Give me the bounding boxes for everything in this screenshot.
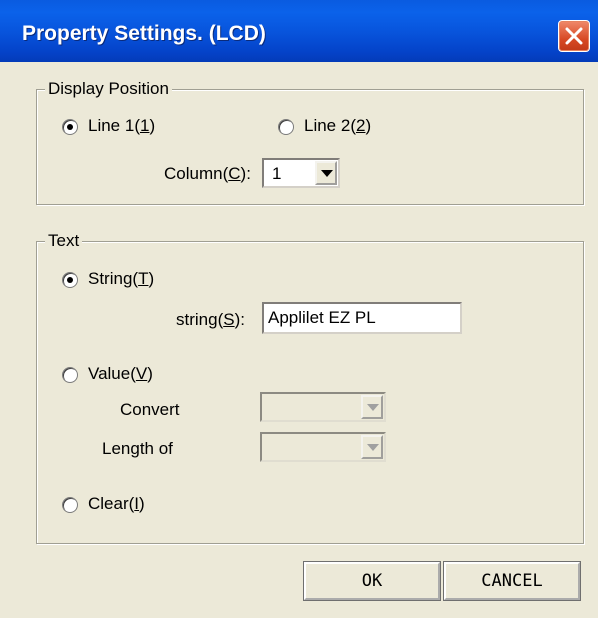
- close-icon: [565, 27, 583, 45]
- column-value: 1: [272, 164, 282, 183]
- convert-label: Convert: [120, 400, 180, 419]
- display-position-legend: Display Position: [45, 79, 172, 99]
- cancel-button[interactable]: CANCEL: [443, 561, 581, 601]
- value-radio[interactable]: [62, 367, 78, 383]
- string-radio[interactable]: [62, 272, 78, 288]
- length-label: Length of: [102, 439, 173, 458]
- line1-radio[interactable]: [62, 119, 78, 135]
- chevron-down-icon[interactable]: [361, 435, 383, 459]
- chevron-down-icon[interactable]: [315, 161, 337, 185]
- line1-label[interactable]: Line 1(1): [88, 116, 155, 136]
- length-select[interactable]: [260, 432, 386, 462]
- ok-button[interactable]: OK: [303, 561, 441, 601]
- line2-label[interactable]: Line 2(2): [304, 116, 371, 136]
- string-input[interactable]: Applilet EZ PL: [262, 302, 462, 334]
- string-option-label[interactable]: String(T): [88, 269, 154, 289]
- close-button[interactable]: [558, 20, 590, 52]
- title-bar[interactable]: Property Settings. (LCD): [0, 0, 598, 62]
- column-label: Column(C):: [164, 164, 251, 183]
- value-option-label[interactable]: Value(V): [88, 364, 153, 384]
- window-title: Property Settings. (LCD): [22, 22, 266, 45]
- clear-option-label[interactable]: Clear(I): [88, 494, 145, 514]
- string-field-label: string(S):: [176, 310, 245, 329]
- clear-radio[interactable]: [62, 497, 78, 513]
- line2-radio[interactable]: [278, 119, 294, 135]
- column-select[interactable]: 1: [262, 158, 340, 188]
- chevron-down-icon[interactable]: [361, 395, 383, 419]
- text-legend: Text: [45, 231, 83, 251]
- convert-select[interactable]: [260, 392, 386, 422]
